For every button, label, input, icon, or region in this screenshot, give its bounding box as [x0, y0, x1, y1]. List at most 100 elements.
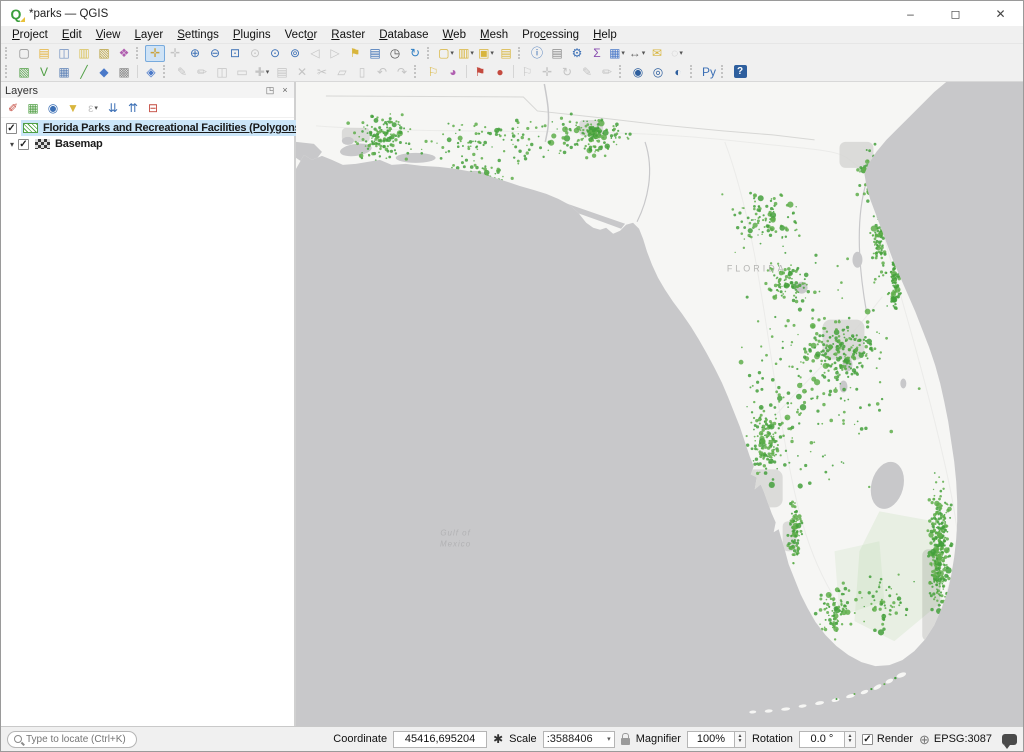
pin-labels-button[interactable]: ⚑	[470, 63, 490, 80]
layer-basemap-expand-icon[interactable]: ▾	[6, 140, 18, 149]
menu-view[interactable]: View	[89, 29, 128, 41]
zoom-full-button[interactable]: ⊡	[225, 45, 245, 62]
toolbar-handle[interactable]	[136, 47, 142, 60]
select-by-value-button[interactable]: ▥▾	[456, 45, 476, 62]
rotation-input[interactable]	[799, 731, 845, 748]
toolbar-handle[interactable]	[5, 47, 11, 60]
magnifier-spinner[interactable]: ▲▼	[735, 731, 746, 748]
menu-plugins[interactable]: Plugins	[226, 29, 278, 41]
python-console-button[interactable]: Py	[699, 63, 719, 80]
crs-globe-icon[interactable]: ⊕	[919, 733, 930, 746]
menu-mesh[interactable]: Mesh	[473, 29, 515, 41]
menu-vector[interactable]: Vector	[278, 29, 325, 41]
layer-labeling-button[interactable]: ⚐	[423, 63, 443, 80]
rotation-spinner[interactable]: ▲▼	[845, 731, 856, 748]
metasearch-button[interactable]: ◉	[628, 63, 648, 80]
deselect-all-dropdown[interactable]: ▾	[490, 49, 494, 57]
web-service-a-button[interactable]: ◎	[648, 63, 668, 80]
style-manager-button[interactable]: ❖	[114, 45, 134, 62]
layer-basemap-selection[interactable]: Basemap	[33, 136, 294, 152]
measure-line-dropdown[interactable]: ▾	[642, 49, 646, 57]
add-group-button[interactable]: ▦	[23, 99, 43, 116]
add-delimited-text-layer-button[interactable]: ◆	[94, 63, 114, 80]
messages-icon[interactable]	[1002, 734, 1017, 745]
layer-parks-label[interactable]: Florida Parks and Recreational Facilitie…	[43, 122, 304, 134]
select-features-button[interactable]: ▢▾	[436, 45, 456, 62]
scale-dropdown-icon[interactable]: ▾	[607, 735, 611, 743]
menu-database[interactable]: Database	[372, 29, 435, 41]
temporal-controller-button[interactable]: ◷	[385, 45, 405, 62]
add-point-cloud-layer-button[interactable]: ▩	[114, 63, 134, 80]
new-virtual-layer-button[interactable]: ◈	[141, 63, 161, 80]
expand-all-button[interactable]: ⇊	[103, 99, 123, 116]
show-bookmarks-button[interactable]: ▤	[365, 45, 385, 62]
menu-web[interactable]: Web	[436, 29, 473, 41]
layer-basemap-label[interactable]: Basemap	[55, 138, 103, 150]
pan-map-button[interactable]: ✛	[145, 45, 165, 62]
select-by-value-dropdown[interactable]: ▾	[470, 49, 474, 57]
manage-map-themes-button[interactable]: ◉	[43, 99, 63, 116]
locator-box[interactable]	[7, 731, 137, 748]
locator-input[interactable]	[26, 734, 130, 745]
toolbar-handle[interactable]	[619, 65, 625, 78]
render-checkbox[interactable]: ✓	[862, 734, 873, 745]
new-project-button[interactable]: ▢	[14, 45, 34, 62]
layout-manager-button[interactable]: ▧	[94, 45, 114, 62]
menu-processing[interactable]: Processing	[515, 29, 586, 41]
lock-scale-icon[interactable]	[621, 738, 630, 745]
toolbar-handle[interactable]	[427, 47, 433, 60]
collapse-all-button[interactable]: ⇈	[123, 99, 143, 116]
vertex-tool-dropdown[interactable]: ▾	[266, 68, 270, 76]
open-project-button[interactable]: ▤	[34, 45, 54, 62]
toolbar-handle[interactable]	[518, 47, 524, 60]
open-field-calculator-button[interactable]: ▤	[547, 45, 567, 62]
web-service-b-button[interactable]: ◐	[668, 63, 688, 80]
close-button[interactable]: ✕	[978, 1, 1023, 26]
map-canvas[interactable]: FLORIDA Gulf of Mexico	[296, 82, 1023, 726]
highlight-pinned-labels-button[interactable]: ●	[490, 63, 510, 80]
panel-close-button[interactable]: ×	[279, 85, 291, 96]
layer-parks-selection[interactable]: Florida Parks and Recreational Facilitie…	[21, 120, 304, 136]
toolbar-handle[interactable]	[690, 65, 696, 78]
minimize-button[interactable]: –	[888, 1, 933, 26]
maximize-button[interactable]: ◻	[933, 1, 978, 26]
help-contents-button[interactable]: ?	[730, 63, 750, 80]
open-attribute-table-button[interactable]: ▦▾	[607, 45, 627, 62]
statistical-summary-button[interactable]: Σ	[587, 45, 607, 62]
zoom-native-button[interactable]: ⊚	[285, 45, 305, 62]
toolbar-handle[interactable]	[5, 65, 11, 78]
zoom-in-button[interactable]: ⊕	[185, 45, 205, 62]
add-mesh-layer-button[interactable]: ╱	[74, 63, 94, 80]
save-project-button[interactable]: ◫	[54, 45, 74, 62]
layer-diagrams-button[interactable]: ◕	[443, 63, 463, 80]
refresh-map-button[interactable]: ↻	[405, 45, 425, 62]
toolbar-handle[interactable]	[721, 65, 727, 78]
new-print-layout-button[interactable]: ▥	[74, 45, 94, 62]
menu-settings[interactable]: Settings	[170, 29, 226, 41]
crs-status[interactable]: EPSG:3087	[934, 733, 992, 745]
magnifier-input[interactable]	[687, 731, 735, 748]
layer-parks-checkbox[interactable]: ✓	[6, 123, 17, 134]
identify-features-button[interactable]: ⓘ	[527, 45, 547, 62]
layer-row-parks[interactable]: ✓ Florida Parks and Recreational Facilit…	[1, 120, 294, 136]
layer-row-basemap[interactable]: ▾ ✓ Basemap	[1, 136, 294, 152]
zoom-to-layer-button[interactable]: ⊙	[265, 45, 285, 62]
toolbar-handle[interactable]	[163, 65, 169, 78]
select-features-dropdown[interactable]: ▾	[450, 49, 454, 57]
extents-toggle-icon[interactable]: ✱	[493, 732, 503, 746]
remove-layer-button[interactable]: ⊟	[143, 99, 163, 116]
toolbar-handle[interactable]	[414, 65, 420, 78]
add-vector-layer-button[interactable]: V	[34, 63, 54, 80]
menu-project[interactable]: Project	[5, 29, 55, 41]
map-tips-button[interactable]: ✉	[647, 45, 667, 62]
menu-layer[interactable]: Layer	[127, 29, 170, 41]
coordinate-input[interactable]	[393, 731, 487, 748]
scale-combobox[interactable]: :3588406 ▾	[543, 731, 615, 748]
select-by-location-button[interactable]: ▤	[496, 45, 516, 62]
menu-help[interactable]: Help	[586, 29, 624, 41]
layer-basemap-checkbox[interactable]: ✓	[18, 139, 29, 150]
measure-line-button[interactable]: ↔▾	[627, 45, 647, 62]
new-bookmark-button[interactable]: ⚑	[345, 45, 365, 62]
zoom-out-button[interactable]: ⊖	[205, 45, 225, 62]
open-attribute-table-dropdown[interactable]: ▾	[621, 49, 625, 57]
